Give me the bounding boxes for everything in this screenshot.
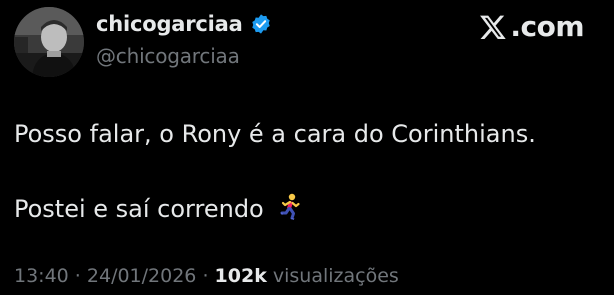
author-handle[interactable]: @chicogarciaa xyxy=(96,44,240,68)
tweet-meta: 13:40 · 24/01/2026 · 102k visualizações xyxy=(14,265,399,287)
views-label: visualizações xyxy=(266,265,399,287)
brand-text: .com xyxy=(510,10,584,43)
views-count[interactable]: 102k xyxy=(215,265,267,287)
person-running-icon xyxy=(275,192,305,222)
author-display-name[interactable]: chicogarciaa xyxy=(96,12,243,36)
tweet-text-line-2: Postei e saí correndo xyxy=(14,195,264,223)
tweet-time[interactable]: 13:40 xyxy=(14,265,69,287)
meta-separator: · xyxy=(68,265,87,287)
verified-badge-icon xyxy=(250,13,272,35)
avatar[interactable] xyxy=(14,7,84,77)
meta-separator: · xyxy=(196,265,215,287)
author-name-row: chicogarciaa xyxy=(96,12,272,36)
person-photo-avatar xyxy=(14,7,84,77)
tweet-text-line-1: Posso falar, o Rony é a cara do Corinthi… xyxy=(14,120,536,148)
tweet-text-line-2-container: Postei e saí correndo xyxy=(14,192,305,223)
tweet-date[interactable]: 24/01/2026 xyxy=(87,265,197,287)
x-logo-icon xyxy=(479,13,507,41)
brand-mark: .com xyxy=(479,10,584,43)
